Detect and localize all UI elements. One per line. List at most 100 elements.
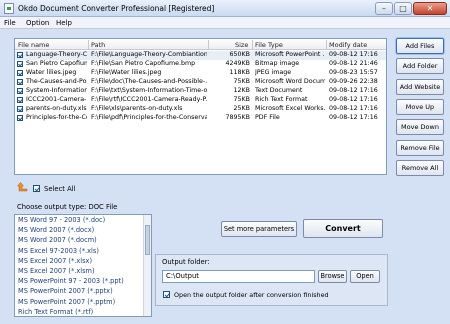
output-type-option[interactable]: MS Excel 2007 (*.xlsx): [18, 257, 92, 266]
output-type-option[interactable]: MS PowerPoint 2007 (*.pptx): [18, 287, 113, 296]
table-row[interactable]: San Pietro Capofiume... F:\File\San Pietr…: [15, 60, 386, 69]
row-checkbox[interactable]: [17, 52, 23, 58]
open-folder-after-conversion-label: Open the output folder after conversion …: [174, 291, 329, 299]
table-row[interactable]: System-Information-T... F:\File\txt\Syste…: [15, 87, 386, 96]
file-name-cell: System-Information-T...: [26, 87, 87, 94]
file-table[interactable]: File name Path Size File Type Modify dat…: [14, 38, 387, 175]
row-checkbox[interactable]: [17, 79, 23, 85]
window-controls: – □ ✕: [375, 2, 447, 15]
column-header-modify-date[interactable]: Modify date: [329, 41, 367, 49]
menu-option[interactable]: Option: [26, 19, 49, 27]
modify-date-cell: 09-08-12 21:46: [329, 60, 378, 67]
output-type-option[interactable]: MS PowerPoint 2007 (*.pptm): [18, 298, 115, 307]
size-cell: 12KB: [233, 87, 250, 94]
file-name-cell: Principles-for-the-Co...: [26, 114, 87, 121]
modify-date-cell: 09-08-12 17:16: [329, 87, 378, 94]
size-cell: 118KB: [229, 69, 250, 76]
move-up-button[interactable]: Move Up: [396, 99, 444, 115]
remove-all-button[interactable]: Remove All: [396, 160, 444, 176]
maximize-button[interactable]: □: [394, 2, 412, 15]
size-cell: 25KB: [233, 105, 250, 112]
column-header-file-name[interactable]: File name: [18, 41, 49, 49]
file-name-cell: parents-on-duty.xls: [26, 105, 87, 112]
size-cell: 75KB: [233, 78, 250, 85]
file-type-cell: PDF File: [255, 114, 280, 121]
table-row[interactable]: Language-Theory-C... F:\File\Language-The…: [15, 51, 386, 60]
table-row[interactable]: Principles-for-the-Co... F:\File\pdf\Prin…: [15, 114, 386, 123]
modify-date-cell: 09-08-12 17:16: [329, 96, 378, 103]
output-folder-input[interactable]: C:\Output: [162, 270, 315, 283]
select-all-checkbox[interactable]: [33, 185, 40, 192]
window-title: Okdo Document Converter Professional [Re…: [18, 4, 215, 13]
path-cell: F:\File\doc\The-Causes-and-Possible-...: [91, 78, 207, 85]
output-type-option[interactable]: MS Excel 2007 (*.xlsm): [18, 267, 95, 276]
column-divider[interactable]: [252, 40, 253, 49]
file-type-cell: Microsoft Word Docum...: [255, 78, 325, 85]
table-row[interactable]: The-Causes-and-Pos... F:\File\doc\The-Cau…: [15, 78, 386, 87]
add-website-button[interactable]: Add Website: [396, 79, 444, 95]
file-type-cell: Bitmap image: [255, 60, 300, 67]
file-type-cell: Microsoft Excel Works...: [255, 105, 325, 112]
title-bar: Okdo Document Converter Professional [Re…: [0, 0, 450, 17]
app-icon: [4, 3, 14, 14]
add-folder-button[interactable]: Add Folder: [396, 58, 444, 74]
table-row[interactable]: ICCC2001-Camera-R... F:\File\rtf\ICCC2001…: [15, 96, 386, 105]
modify-date-cell: 09-08-23 15:57: [329, 69, 378, 76]
open-button[interactable]: Open: [350, 270, 380, 283]
column-header-path[interactable]: Path: [91, 41, 105, 49]
add-files-button[interactable]: Add Files: [395, 37, 445, 55]
output-type-list[interactable]: MS Word 97 - 2003 (*.doc) MS Word 2007 (*…: [14, 214, 152, 317]
up-arrow-icon[interactable]: [17, 182, 28, 193]
size-cell: 75KB: [233, 96, 250, 103]
column-divider[interactable]: [326, 40, 327, 49]
path-cell: F:\File\xls\parents-on-duty.xls: [91, 105, 183, 112]
row-checkbox[interactable]: [17, 106, 23, 112]
output-type-option[interactable]: MS Word 97 - 2003 (*.doc): [18, 216, 105, 225]
output-type-label: Choose output type: DOC File: [17, 203, 118, 211]
table-row[interactable]: Water lilies.jpeg F:\File\Water lilies.jp…: [15, 69, 386, 78]
column-header-size[interactable]: Size: [235, 41, 248, 49]
modify-date-cell: 09-08-12 17:16: [329, 51, 378, 58]
close-button[interactable]: ✕: [413, 2, 447, 15]
remove-file-button[interactable]: Remove File: [396, 140, 444, 156]
size-cell: 7895KB: [225, 114, 250, 121]
output-type-option[interactable]: MS Word 2007 (*.docx): [18, 226, 94, 235]
path-cell: F:\File\txt\System-Information-Time-of-t…: [91, 87, 207, 94]
menu-bar: File Option Help: [0, 17, 450, 29]
path-cell: F:\File\San Pietro Capofiume.bmp: [91, 60, 196, 67]
file-type-cell: JPEG image: [255, 69, 292, 76]
browse-button[interactable]: Browse: [318, 270, 347, 283]
menu-file[interactable]: File: [4, 19, 16, 27]
row-checkbox[interactable]: [17, 115, 23, 121]
move-down-button[interactable]: Move Down: [396, 119, 444, 135]
output-type-option[interactable]: MS Excel 97-2003 (*.xls): [18, 247, 99, 256]
column-divider[interactable]: [88, 40, 89, 49]
select-all-label: Select All: [44, 185, 76, 193]
scrollbar-thumb[interactable]: [145, 225, 150, 255]
file-type-cell: Microsoft PowerPoint ...: [255, 51, 325, 58]
row-checkbox[interactable]: [17, 88, 23, 94]
file-name-cell: The-Causes-and-Pos...: [26, 78, 87, 85]
row-checkbox[interactable]: [17, 70, 23, 76]
row-checkbox[interactable]: [17, 61, 23, 67]
minimize-button[interactable]: –: [375, 2, 393, 15]
output-type-option[interactable]: MS PowerPoint 97 - 2003 (*.ppt): [18, 277, 124, 286]
table-header: File name Path Size File Type Modify dat…: [15, 39, 386, 50]
file-type-cell: Rich Text Format: [255, 96, 308, 103]
output-type-option[interactable]: Rich Text Format (*.rtf): [18, 308, 93, 316]
size-cell: 650KB: [229, 51, 250, 58]
column-divider[interactable]: [208, 40, 209, 49]
row-checkbox[interactable]: [17, 97, 23, 103]
modify-date-cell: 09-08-12 17:16: [329, 114, 378, 121]
table-row[interactable]: parents-on-duty.xls F:\File\xls\parents-o…: [15, 105, 386, 114]
output-type-option[interactable]: MS Word 2007 (*.docm): [18, 236, 97, 245]
menu-help[interactable]: Help: [56, 19, 72, 27]
convert-button[interactable]: Convert: [303, 219, 383, 238]
size-cell: 4249KB: [225, 60, 250, 67]
modify-date-cell: 09-09-26 22:38: [329, 78, 378, 85]
path-cell: F:\File\Water lilies.jpeg: [91, 69, 162, 76]
output-type-scrollbar[interactable]: [143, 215, 151, 316]
set-more-parameters-button[interactable]: Set more parameters: [221, 221, 297, 237]
open-folder-after-conversion-checkbox[interactable]: [163, 291, 170, 298]
column-header-file-type[interactable]: File Type: [255, 41, 283, 49]
